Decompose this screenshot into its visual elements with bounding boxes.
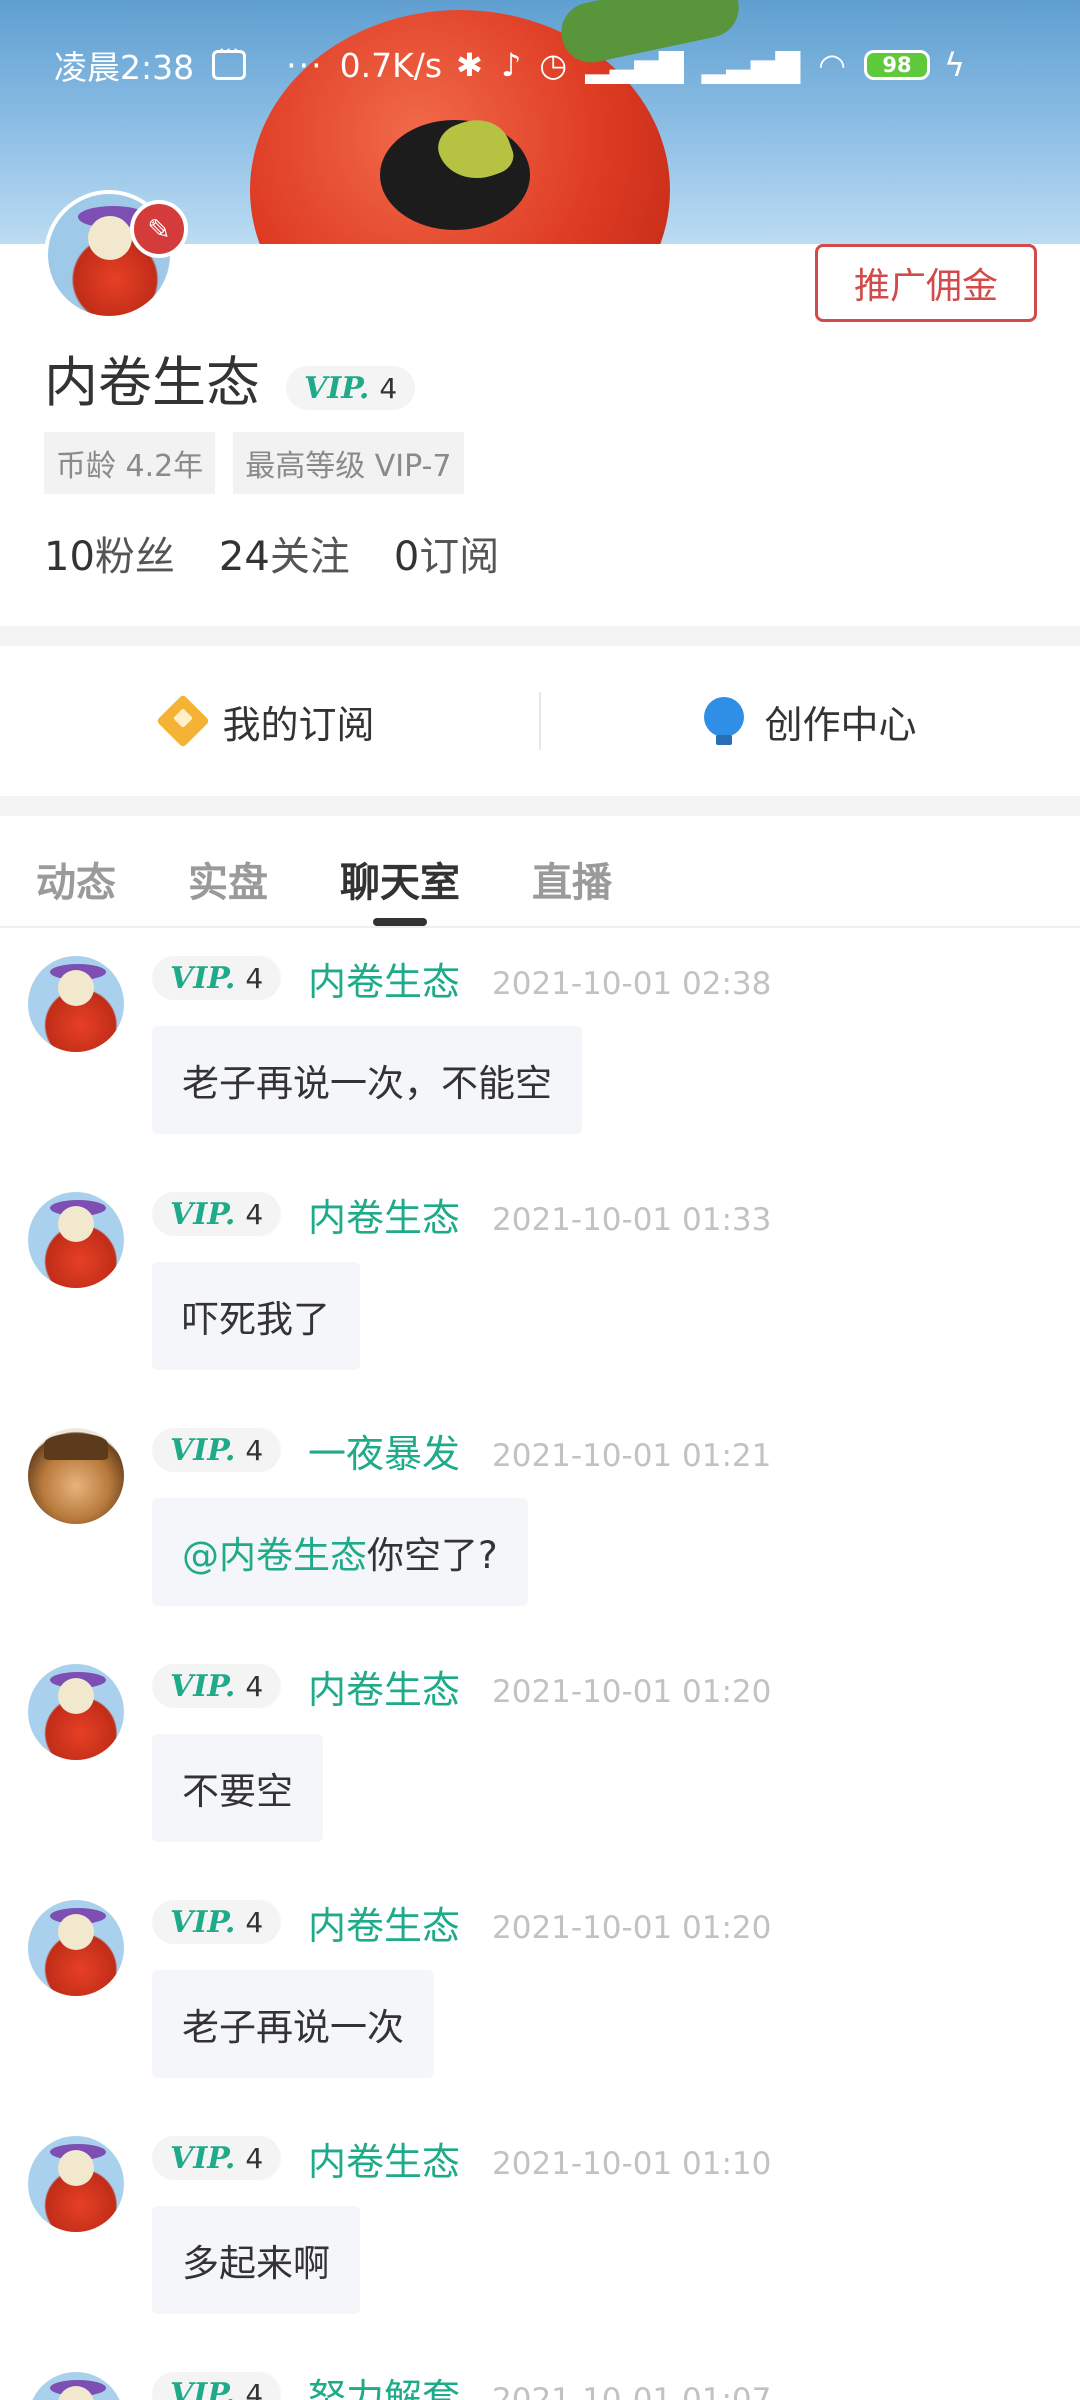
vip-badge: VIP. 4 (152, 956, 282, 1000)
sender-name[interactable]: 内卷生态 (308, 1664, 460, 1716)
sender-name[interactable]: 努力解套 (308, 2372, 460, 2400)
more-notifications-icon: ··· (286, 45, 324, 85)
section-divider (0, 626, 1080, 646)
coin-age-tag: 币龄 4.2年 (44, 432, 216, 494)
message-time: 2021-10-01 02:38 (492, 966, 772, 1002)
message-bubble[interactable]: 吓死我了 (152, 1262, 360, 1370)
message-text: 老子再说一次 (182, 2006, 404, 2049)
chat-message: VIP. 4 内卷生态 2021-10-01 01:20 不要空 (0, 1664, 1080, 1900)
message-time: 2021-10-01 01:10 (492, 2146, 772, 2182)
wifi-icon: ◠ (818, 46, 846, 84)
vip-badge: VIP. 4 (152, 1664, 282, 1708)
signal-icon: ▂▃▅▇ (585, 46, 684, 84)
promotion-commission-button[interactable]: 推广佣金 (815, 244, 1037, 322)
charging-icon: ϟ (943, 46, 966, 84)
my-subscriptions-button[interactable]: 我的订阅 (0, 694, 539, 749)
message-bubble[interactable]: 多起来啊 (152, 2206, 360, 2314)
sender-avatar[interactable] (28, 1428, 124, 1524)
sender-avatar[interactable] (28, 1192, 124, 1288)
chat-message: VIP. 4 内卷生态 2021-10-01 02:38 老子再说一次，不能空 (0, 956, 1080, 1192)
tab-feed[interactable]: 动态 (36, 816, 116, 926)
vip-logo-icon: VIP. (304, 370, 370, 406)
message-time: 2021-10-01 01:20 (492, 1674, 772, 1710)
sender-avatar[interactable] (28, 1900, 124, 1996)
vip-badge: VIP. 4 (152, 2372, 282, 2400)
message-text: 你空了? (367, 1534, 498, 1577)
sender-name[interactable]: 内卷生态 (308, 1900, 460, 1952)
profile-tags: 币龄 4.2年 最高等级 VIP-7 (44, 432, 464, 494)
chat-message: VIP. 4 内卷生态 2021-10-01 01:10 多起来啊 (0, 2136, 1080, 2372)
tab-chatroom[interactable]: 聊天室 (340, 816, 460, 926)
message-time: 2021-10-01 01:07 (492, 2382, 772, 2400)
message-text: 不要空 (182, 1770, 293, 1813)
profile-stats: 10粉丝 24关注 0订阅 (44, 524, 499, 582)
sender-name[interactable]: 内卷生态 (308, 2136, 460, 2188)
profile-username: 内卷生态 (44, 351, 260, 414)
shortcut-bar: 我的订阅 创作中心 (0, 646, 1080, 796)
profile-tabs: 动态 实盘 聊天室 直播 (0, 816, 1080, 928)
creator-center-label: 创作中心 (764, 702, 917, 747)
following-stat[interactable]: 24关注 (219, 524, 350, 582)
edit-profile-icon[interactable]: ✎ (130, 200, 188, 258)
sender-name[interactable]: 内卷生态 (308, 956, 460, 1008)
message-text: 老子再说一次，不能空 (182, 1062, 552, 1105)
message-text: 吓死我了 (182, 1298, 330, 1341)
message-notification-icon (212, 39, 247, 80)
my-subscriptions-label: 我的订阅 (222, 702, 375, 747)
sender-name[interactable]: 内卷生态 (308, 1192, 460, 1244)
tab-real-trading[interactable]: 实盘 (188, 816, 268, 926)
tab-live[interactable]: 直播 (532, 816, 612, 926)
vip-badge: VIP. 4 (152, 2136, 282, 2180)
message-time: 2021-10-01 01:33 (492, 1202, 772, 1238)
mention-link[interactable]: @内卷生态 (182, 1525, 367, 1579)
subscriptions-stat[interactable]: 0订阅 (394, 524, 499, 582)
creator-center-button[interactable]: 创作中心 (541, 694, 1080, 749)
lightbulb-icon (704, 697, 745, 745)
vip-badge: VIP. 4 (152, 1192, 282, 1236)
message-bubble[interactable]: 老子再说一次 (152, 1970, 434, 2078)
sender-avatar[interactable] (28, 2372, 124, 2400)
message-time: 2021-10-01 01:20 (492, 1910, 772, 1946)
message-time: 2021-10-01 01:21 (492, 1438, 772, 1474)
status-time: 凌晨2:38 (54, 48, 195, 87)
vip-badge: VIP. 4 (152, 1428, 282, 1472)
diamond-icon (156, 694, 211, 748)
sender-avatar[interactable] (28, 956, 124, 1052)
sender-name[interactable]: 一夜暴发 (308, 1428, 460, 1480)
vip-badge: VIP. 4 (152, 1900, 282, 1944)
signal-hd-icon: ▂▃▅▇ (701, 46, 801, 84)
chat-message: VIP. 4 一夜暴发 2021-10-01 01:21 @内卷生态 你空了? (0, 1428, 1080, 1664)
mute-icon: ♪ (500, 46, 522, 84)
battery-icon: 98 (863, 50, 930, 80)
vip-level: 4 (379, 371, 398, 405)
sender-avatar[interactable] (28, 1664, 124, 1760)
sender-avatar[interactable] (28, 2136, 124, 2232)
message-bubble[interactable]: @内卷生态 你空了? (152, 1498, 528, 1606)
section-divider (0, 796, 1080, 816)
bluetooth-icon: ✱ (456, 46, 483, 84)
chat-message: VIP. 4 内卷生态 2021-10-01 01:33 吓死我了 (0, 1192, 1080, 1428)
message-bubble[interactable]: 不要空 (152, 1734, 323, 1842)
alarm-icon: ◷ (539, 46, 568, 84)
followers-stat[interactable]: 10粉丝 (44, 524, 175, 582)
status-bar: 凌晨2:38 ··· 0.7K/s ✱ ♪ ◷ ▂▃▅▇ ▂▃▅▇ ◠ 98 ϟ (0, 0, 1080, 130)
vip-badge: VIP. 4 (286, 366, 416, 410)
message-text: 多起来啊 (182, 2242, 330, 2285)
chat-message: VIP. 4 内卷生态 2021-10-01 01:20 老子再说一次 (0, 1900, 1080, 2136)
chat-message: VIP. 4 努力解套 2021-10-01 01:07 (0, 2372, 1080, 2400)
message-bubble[interactable]: 老子再说一次，不能空 (152, 1026, 582, 1134)
network-speed: 0.7K/s (339, 45, 443, 85)
max-level-tag: 最高等级 VIP-7 (233, 432, 464, 494)
